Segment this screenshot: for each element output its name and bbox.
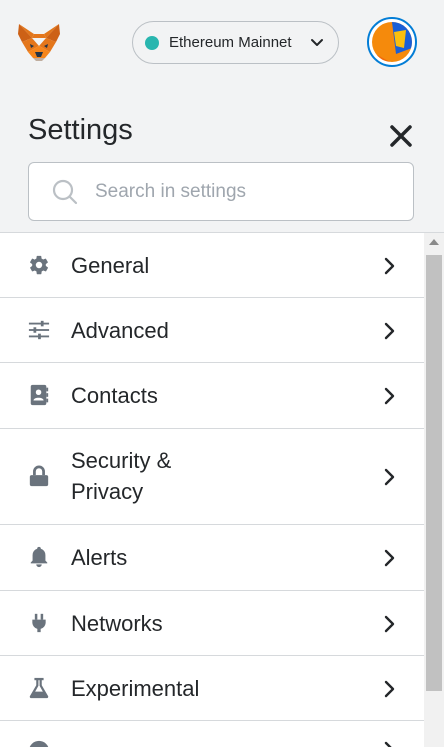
settings-item-contacts[interactable]: Contacts (0, 363, 424, 429)
chevron-right-icon (384, 257, 395, 275)
settings-item-experimental[interactable]: Experimental (0, 656, 424, 721)
top-bar: Ethereum Mainnet (0, 0, 444, 86)
settings-item-label: General (71, 253, 150, 278)
search-icon (52, 179, 78, 204)
settings-item-partial[interactable] (0, 721, 424, 747)
settings-item-label: Security & Privacy (71, 448, 172, 504)
settings-item-label: Networks (71, 611, 163, 636)
settings-menu: General Advanced Contacts Security & Pri… (0, 232, 444, 747)
plug-icon (27, 611, 51, 635)
address-book-icon (27, 383, 51, 407)
search-input[interactable] (95, 180, 385, 203)
metamask-fox-logo[interactable] (17, 22, 61, 62)
settings-header: Settings (0, 86, 444, 232)
flask-icon (27, 676, 51, 700)
jazzicon-avatar (372, 22, 412, 62)
settings-item-label: Advanced (71, 318, 169, 343)
settings-item-alerts[interactable]: Alerts (0, 525, 424, 591)
settings-item-networks[interactable]: Networks (0, 591, 424, 656)
settings-item-advanced[interactable]: Advanced (0, 298, 424, 363)
page-title: Settings (28, 114, 133, 146)
lock-icon (27, 464, 51, 488)
sliders-icon (27, 318, 51, 342)
settings-item-label: Experimental (71, 676, 200, 701)
search-box[interactable] (28, 162, 414, 221)
settings-item-security-privacy[interactable]: Security & Privacy (0, 429, 424, 525)
settings-item-label: Contacts (71, 383, 158, 408)
scroll-up-arrow[interactable] (429, 239, 439, 245)
vertical-scrollbar[interactable] (424, 233, 444, 747)
chevron-right-icon (384, 741, 392, 747)
account-avatar-button[interactable] (367, 17, 417, 67)
chevron-right-icon (384, 322, 395, 340)
chevron-right-icon (384, 615, 395, 633)
network-selector[interactable]: Ethereum Mainnet (132, 21, 339, 64)
settings-item-label: Alerts (71, 545, 128, 570)
chevron-right-icon (384, 680, 395, 698)
gear-icon (27, 253, 51, 277)
close-icon[interactable] (388, 123, 414, 149)
network-label: Ethereum Mainnet (169, 34, 292, 51)
info-icon (27, 739, 51, 747)
scrollbar-thumb[interactable] (426, 255, 442, 691)
chevron-right-icon (384, 549, 395, 567)
bell-icon (27, 545, 51, 569)
chevron-right-icon (384, 468, 395, 486)
chevron-right-icon (384, 387, 395, 405)
settings-menu-list: General Advanced Contacts Security & Pri… (0, 233, 424, 747)
chevron-down-icon (311, 39, 323, 46)
network-status-dot (145, 35, 159, 50)
settings-item-general[interactable]: General (0, 233, 424, 298)
